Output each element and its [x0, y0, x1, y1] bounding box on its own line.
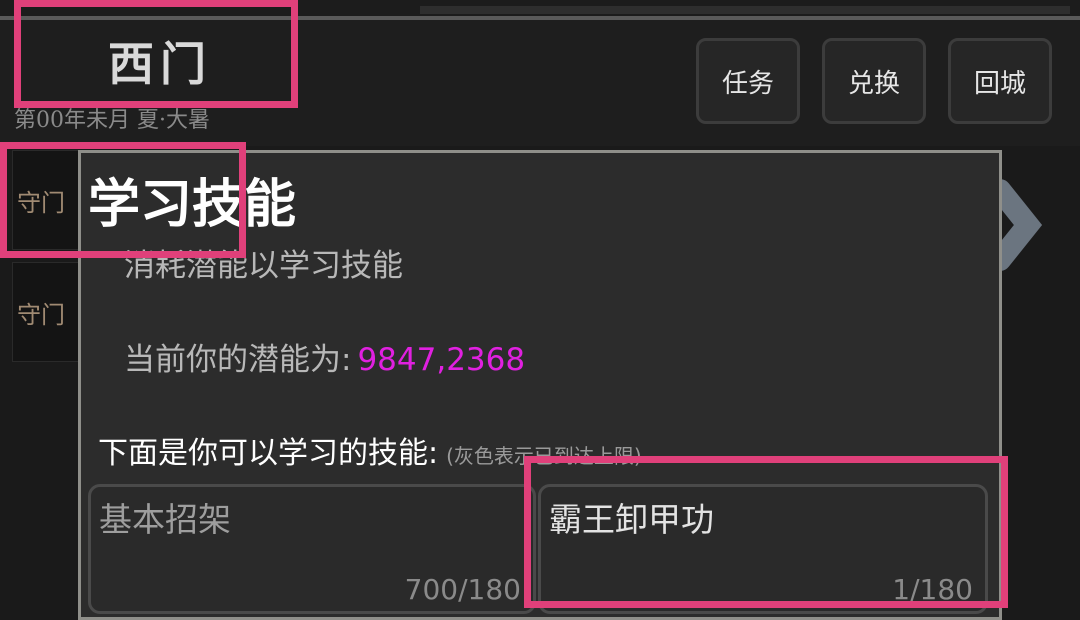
- top-progress-bar: [420, 6, 1070, 14]
- close-icon[interactable]: [989, 150, 1080, 290]
- return-city-button[interactable]: 回城: [948, 38, 1052, 124]
- skill-list-title: 下面是你可以学习的技能:: [98, 436, 439, 471]
- potential-label: 当前你的潜能为:: [124, 342, 352, 378]
- potential-line: 当前你的潜能为: 9847,2368: [124, 334, 525, 379]
- skill-list-heading: 下面是你可以学习的技能: (灰色表示已到达上限): [98, 428, 642, 472]
- exchange-button[interactable]: 兑换: [822, 38, 926, 124]
- skill-name: 基本招架: [99, 500, 231, 539]
- skill-card-bawang-xiejia[interactable]: 霸王卸甲功 1/180: [538, 484, 988, 614]
- skill-list-note: (灰色表示已到达上限): [446, 444, 642, 468]
- dialog-title: 学习技能: [88, 175, 297, 235]
- skill-progress: 1/180: [892, 573, 973, 606]
- skill-card-basic-parry[interactable]: 基本招架 700/180: [88, 484, 536, 614]
- right-panel-background: [989, 150, 1080, 611]
- location-title: 西门: [108, 37, 212, 91]
- game-date: 第00年未月 夏·大暑: [14, 108, 210, 132]
- task-button[interactable]: 任务: [696, 38, 800, 124]
- top-divider: [0, 16, 1080, 20]
- dialog-subtitle: 消耗潜能以学习技能: [124, 248, 403, 284]
- skill-progress: 700/180: [404, 573, 521, 606]
- skill-name: 霸王卸甲功: [549, 500, 714, 539]
- potential-value: 9847,2368: [357, 342, 526, 378]
